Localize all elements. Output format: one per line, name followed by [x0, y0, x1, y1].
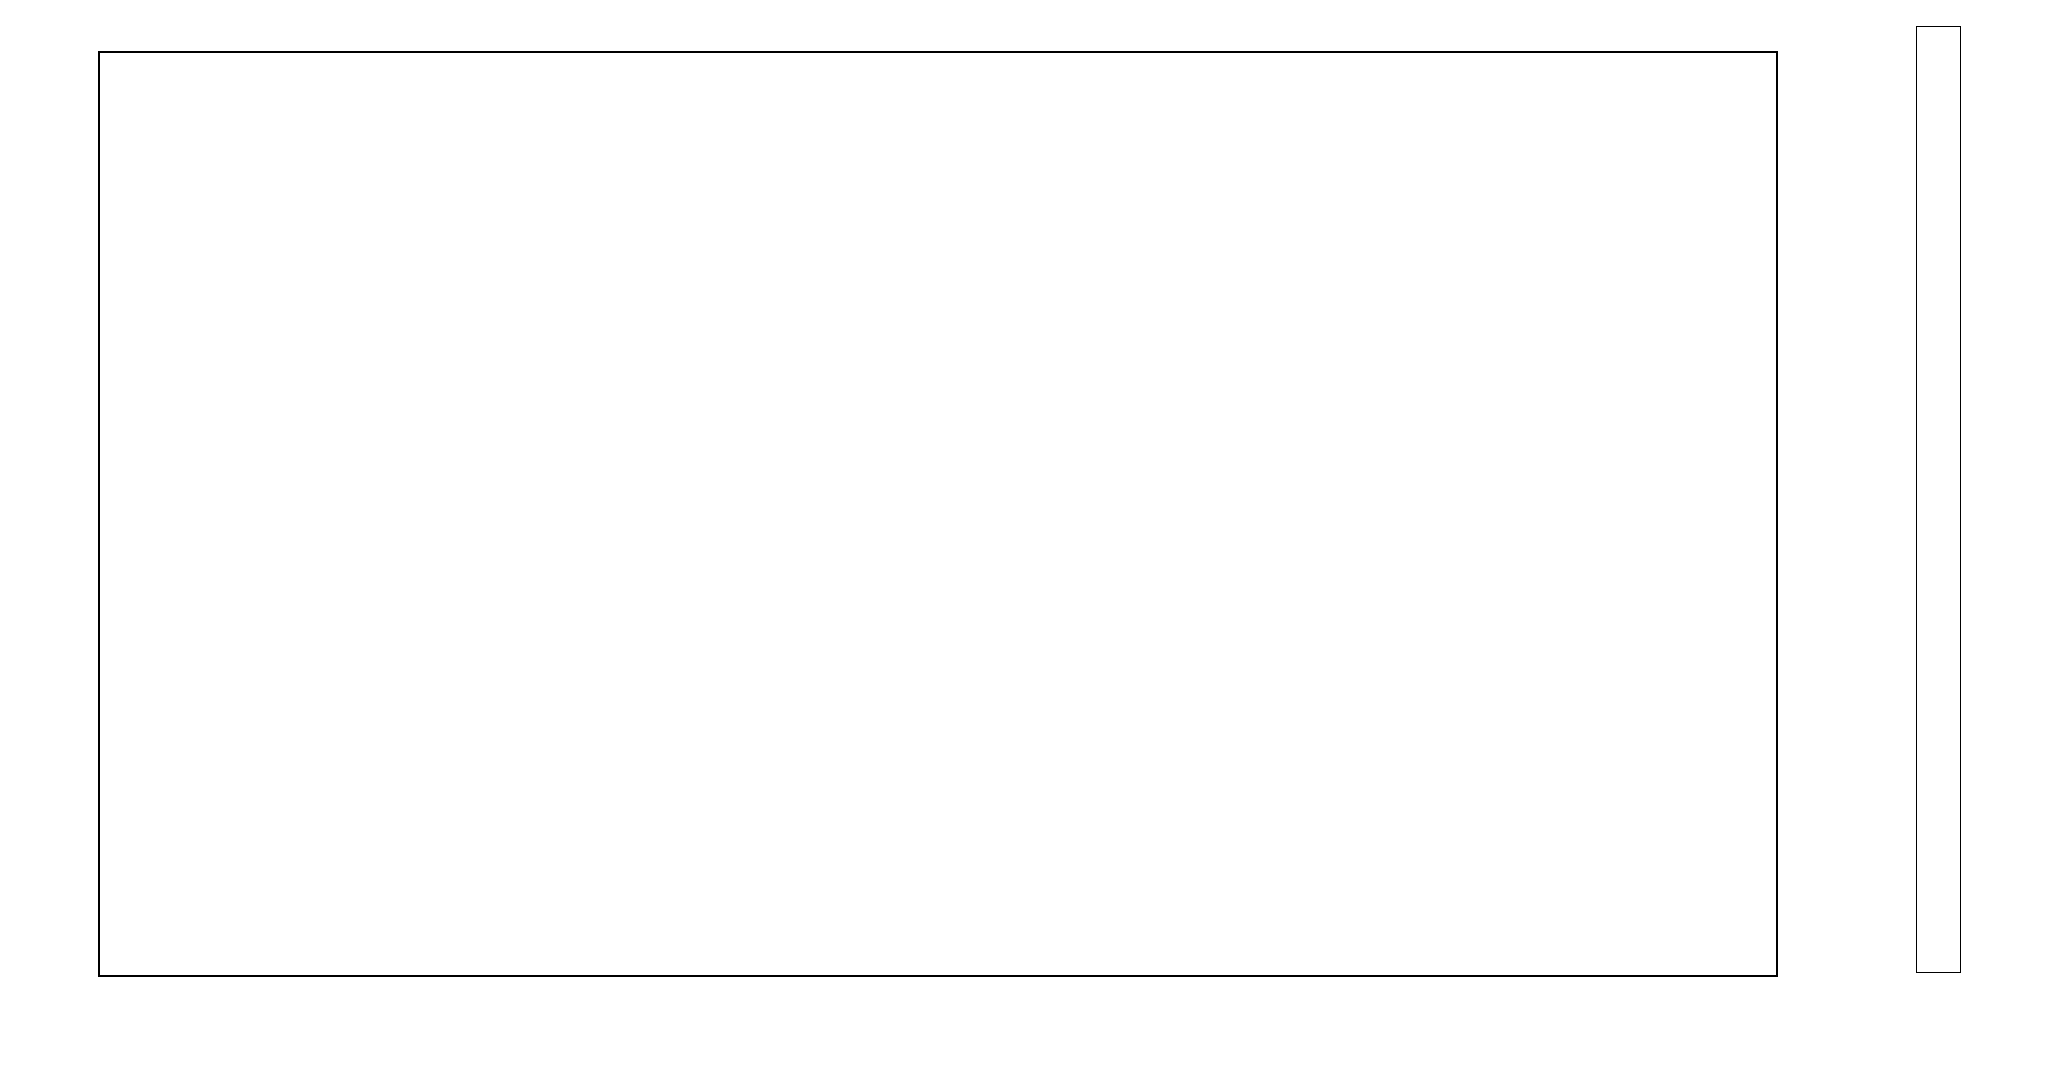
figure [0, 0, 2047, 1067]
plot-area [98, 51, 1778, 977]
colorbar [1916, 26, 1961, 973]
colorbar-gradient [1917, 27, 1959, 971]
spectrogram-canvas [100, 53, 1776, 975]
